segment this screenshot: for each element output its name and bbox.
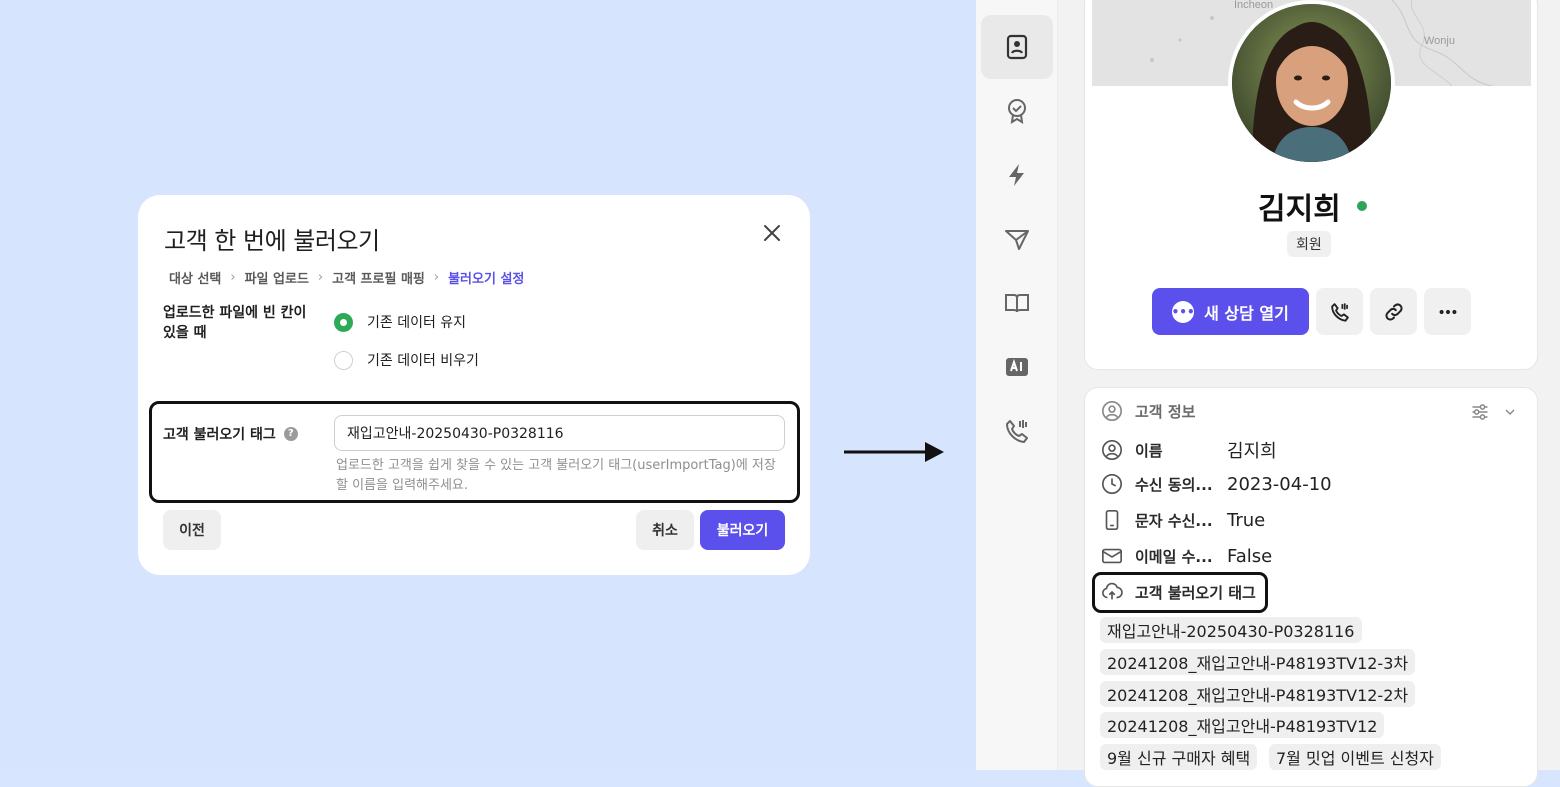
import-tag-field: 고객 불러오기 태그 <box>1101 581 1256 603</box>
radio-clear-label: 기존 데이터 비우기 <box>367 353 479 369</box>
open-chat-label: 새 상담 열기 <box>1204 303 1289 323</box>
send-icon <box>1005 230 1029 250</box>
clock-icon <box>1101 473 1123 495</box>
chevron-right-icon: › <box>230 270 236 285</box>
breadcrumb-step-mapping: 고객 프로필 매핑 <box>332 272 425 287</box>
arrow-right-icon <box>843 440 945 468</box>
chevron-right-icon: › <box>317 270 324 285</box>
customer-name-text: 김지희 <box>1258 192 1341 227</box>
cloud-upload-icon <box>1101 581 1123 603</box>
prev-button[interactable]: 이전 <box>163 510 221 550</box>
sidebar-item-send[interactable] <box>981 207 1053 271</box>
sidebar-item-ai[interactable] <box>981 335 1053 399</box>
more-horizontal-icon <box>1439 309 1456 314</box>
info-row-consent-date: 수신 동의... 2023-04-10 <box>1101 473 1332 495</box>
customer-info-header: 고객 정보 <box>1101 400 1195 422</box>
sidebar-item-badge[interactable] <box>981 79 1053 143</box>
chevron-right-icon: › <box>433 270 440 285</box>
tag-chip[interactable]: 20241208_재입고안내-P48193TV12-3차 <box>1100 649 1416 675</box>
user-circle-icon <box>1101 400 1123 422</box>
contact-book-icon <box>1006 34 1028 60</box>
tag-chip[interactable]: 20241208_재입고안내-P48193TV12 <box>1100 712 1385 738</box>
import-button[interactable]: 불러오기 <box>700 510 785 550</box>
info-row-sms: 문자 수신... True <box>1101 509 1265 531</box>
ai-icon <box>1006 358 1028 376</box>
info-value[interactable]: 2023-04-10 <box>1227 474 1332 495</box>
copy-link-button[interactable] <box>1370 288 1417 335</box>
chevron-down-icon[interactable] <box>1502 404 1518 424</box>
import-tag-field-label: 고객 불러오기 태그 <box>1135 583 1256 602</box>
close-icon[interactable] <box>760 221 784 245</box>
phone-call-icon <box>1330 302 1349 322</box>
chat-bubble-icon: ••• <box>1172 300 1195 323</box>
import-tag-highlight <box>149 401 800 503</box>
radio-keep-label: 기존 데이터 유지 <box>367 315 467 331</box>
radio-unselected-icon[interactable] <box>334 350 353 370</box>
info-value[interactable]: False <box>1227 546 1272 567</box>
book-open-icon <box>1005 294 1029 313</box>
breadcrumb-step-target: 대상 선택 <box>169 272 222 287</box>
tag-chip[interactable]: 재입고안내-20250430-P0328116 <box>1100 617 1362 643</box>
info-row-email: 이메일 수... False <box>1101 545 1272 567</box>
info-value[interactable]: 김지희 <box>1227 437 1277 463</box>
breadcrumb-step-upload: 파일 업로드 <box>244 272 309 287</box>
mail-icon <box>1101 545 1123 567</box>
sidebar-item-docs[interactable] <box>981 271 1053 335</box>
customer-name: 김지희 <box>1258 184 1367 228</box>
more-button[interactable] <box>1424 288 1471 335</box>
sidebar-item-call[interactable] <box>981 399 1053 463</box>
info-key: 이메일 수... <box>1135 547 1213 566</box>
info-row-name: 이름 김지희 <box>1101 437 1277 463</box>
customer-info-title: 고객 정보 <box>1135 402 1196 421</box>
map-label-incheon: Incheon <box>1234 0 1273 11</box>
online-status-dot <box>1356 201 1367 211</box>
info-key: 수신 동의... <box>1135 475 1213 494</box>
breadcrumb: 대상 선택 › 파일 업로드 › 고객 프로필 매핑 › 불러오기 설정 <box>169 268 524 287</box>
tag-chip[interactable]: 9월 신규 구매자 혜택 <box>1100 744 1258 770</box>
link-icon <box>1384 302 1403 321</box>
info-key: 문자 수신... <box>1135 511 1213 530</box>
tag-chip[interactable]: 20241208_재입고안내-P48193TV12-2차 <box>1100 681 1416 707</box>
user-circle-icon <box>1101 439 1123 461</box>
dialog-title: 고객 한 번에 불러오기 <box>164 227 380 255</box>
avatar <box>1228 0 1395 166</box>
breadcrumb-step-settings: 불러오기 설정 <box>448 272 525 287</box>
empty-cell-label: 업로드한 파일에 빈 칸이 있을 때 <box>163 305 307 341</box>
sidebar <box>976 0 1058 770</box>
info-key: 이름 <box>1135 441 1163 460</box>
radio-clear-data[interactable]: 기존 데이터 비우기 <box>334 350 479 370</box>
badge-check-icon <box>1008 99 1026 124</box>
phone-call-icon <box>1006 420 1028 443</box>
phone-icon <box>1101 509 1123 531</box>
tag-chip[interactable]: 7월 밋업 이벤트 신청자 <box>1269 744 1441 770</box>
call-button[interactable] <box>1316 288 1363 335</box>
member-badge: 회원 <box>1287 231 1331 257</box>
lightning-icon <box>1009 164 1024 186</box>
sidebar-item-contacts[interactable] <box>981 15 1053 79</box>
radio-keep-data[interactable]: 기존 데이터 유지 <box>334 312 466 332</box>
map-label-wonju: Wonju <box>1424 35 1455 47</box>
import-dialog: 고객 한 번에 불러오기 대상 선택 › 파일 업로드 › 고객 프로필 매핑 … <box>138 195 810 575</box>
cancel-button[interactable]: 취소 <box>636 510 694 550</box>
settings-sliders-icon[interactable] <box>1470 402 1490 426</box>
info-value[interactable]: True <box>1227 510 1265 531</box>
radio-selected-icon[interactable] <box>334 312 353 332</box>
open-chat-button[interactable]: ••• 새 상담 열기 <box>1152 288 1309 335</box>
sidebar-item-automation[interactable] <box>981 143 1053 207</box>
